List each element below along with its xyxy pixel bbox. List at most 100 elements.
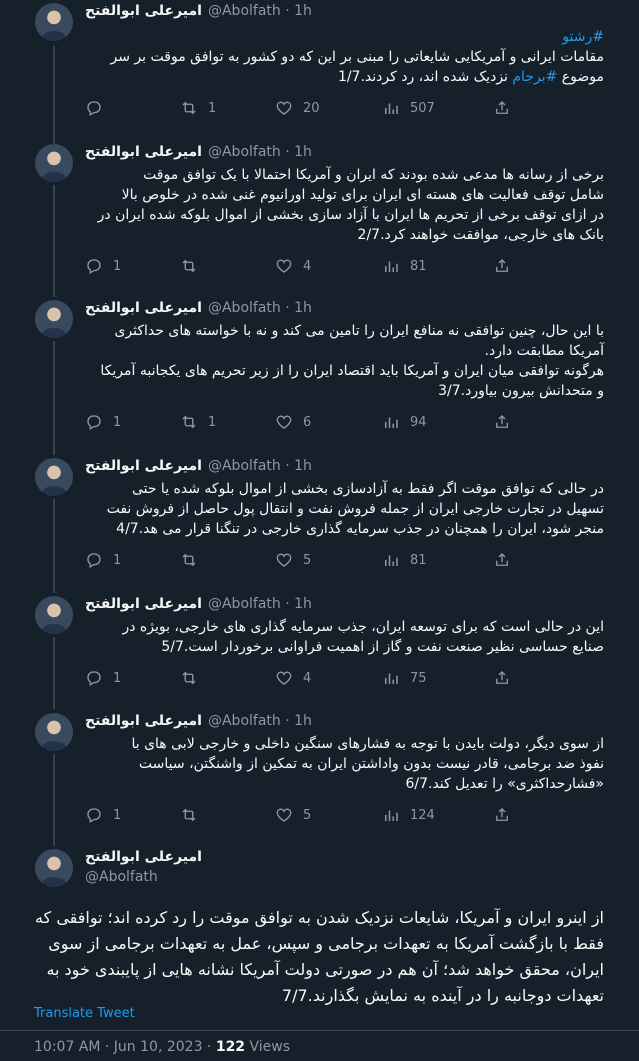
heart-icon — [276, 808, 292, 822]
views-count: 122 — [215, 1039, 246, 1055]
tweet-meta: 10:07 AM · Jun 10, 2023 · 122 Views — [34, 1039, 290, 1055]
author-handle[interactable]: @Abolfath — [85, 869, 158, 885]
views-icon — [385, 810, 398, 821]
reply-button[interactable]: 1 — [85, 806, 121, 824]
share-button[interactable] — [493, 806, 511, 824]
hashtag-link[interactable]: #برجام — [512, 69, 557, 85]
like-button[interactable]: 5 — [275, 551, 311, 569]
reply-button[interactable]: 1 — [85, 413, 121, 431]
views-icon — [385, 103, 398, 114]
retweet-count: 1 — [208, 414, 217, 430]
views-button[interactable]: 81 — [382, 257, 427, 275]
views-icon — [385, 261, 398, 272]
reply-button[interactable]: 1 — [85, 257, 121, 275]
hashtag-link[interactable]: #رشتو — [562, 29, 604, 45]
reply-icon — [87, 101, 101, 116]
tweet-text: این در حالی است که برای توسعه ایران، جذب… — [122, 619, 604, 655]
avatar[interactable] — [35, 849, 73, 887]
separator-dot: · — [285, 458, 290, 474]
retweet-button[interactable] — [180, 806, 208, 824]
tweet-time[interactable]: 1h — [294, 3, 312, 19]
author-name[interactable]: امیرعلی ابوالفتح — [85, 849, 202, 865]
views-button[interactable]: 94 — [382, 413, 427, 431]
share-icon — [496, 553, 508, 566]
reply-button[interactable] — [85, 99, 113, 117]
author-name[interactable]: امیرعلی ابوالفتح — [85, 3, 202, 19]
share-button[interactable] — [493, 99, 511, 117]
tweet-text: از سوی دیگر، دولت بایدن با توجه به فشاره… — [131, 736, 604, 792]
tweet-time[interactable]: 1h — [294, 144, 312, 160]
tweet-timestamp[interactable]: 10:07 AM · Jun 10, 2023 · — [34, 1039, 216, 1055]
retweet-button[interactable] — [180, 669, 208, 687]
like-button[interactable]: 4 — [275, 669, 311, 687]
retweet-button[interactable] — [180, 551, 208, 569]
separator-dot: · — [285, 596, 290, 612]
reply-icon — [87, 671, 101, 686]
author-name[interactable]: امیرعلی ابوالفتح — [85, 713, 202, 729]
views-button[interactable]: 81 — [382, 551, 427, 569]
tweet-text: مقامات ایرانی و آمریکایی شایعاتی را مبنی… — [110, 49, 604, 85]
separator-dot: · — [285, 713, 290, 729]
like-button[interactable]: 4 — [275, 257, 311, 275]
retweet-count: 1 — [208, 100, 217, 116]
translate-tweet-link[interactable]: Translate Tweet — [34, 1006, 135, 1021]
views-icon — [385, 555, 398, 566]
like-count: 5 — [303, 807, 312, 823]
author-handle[interactable]: @Abolfath — [208, 300, 281, 316]
tweet-time[interactable]: 1h — [294, 596, 312, 612]
retweet-button[interactable]: 1 — [180, 99, 216, 117]
retweet-icon — [182, 259, 196, 273]
like-count: 20 — [303, 100, 320, 116]
share-button[interactable] — [493, 551, 511, 569]
author-handle[interactable]: @Abolfath — [208, 713, 281, 729]
like-button[interactable]: 6 — [275, 413, 311, 431]
tweet-text: در حالی که توافق موقت اگر فقط به آزادساز… — [106, 481, 604, 537]
share-icon — [496, 259, 508, 272]
share-icon — [496, 101, 508, 114]
tweet-text: با این حال، چنین توافقی نه منافع ایران ر… — [100, 323, 604, 399]
share-icon — [496, 808, 508, 821]
heart-icon — [276, 671, 292, 685]
reply-count: 1 — [113, 807, 122, 823]
retweet-icon — [182, 671, 196, 685]
retweet-button[interactable] — [180, 257, 208, 275]
author-handle[interactable]: @Abolfath — [208, 596, 281, 612]
share-button[interactable] — [493, 257, 511, 275]
tweet-time[interactable]: 1h — [294, 458, 312, 474]
heart-icon — [276, 101, 292, 115]
author-name[interactable]: امیرعلی ابوالفتح — [85, 458, 202, 474]
like-button[interactable]: 5 — [275, 806, 311, 824]
reply-button[interactable]: 1 — [85, 551, 121, 569]
heart-icon — [276, 553, 292, 567]
main-tweet-text: از اینرو ایران و آمریکا، شایعات نزدیک شد… — [35, 908, 604, 1005]
tweet-time[interactable]: 1h — [294, 300, 312, 316]
author-handle[interactable]: @Abolfath — [208, 144, 281, 160]
view-count: 124 — [410, 807, 435, 823]
tweet-time[interactable]: 1h — [294, 713, 312, 729]
share-button[interactable] — [493, 413, 511, 431]
separator-dot: · — [285, 144, 290, 160]
reply-count: 1 — [113, 414, 122, 430]
reply-count: 1 — [113, 258, 122, 274]
like-button[interactable]: 20 — [275, 99, 320, 117]
like-count: 5 — [303, 552, 312, 568]
author-name[interactable]: امیرعلی ابوالفتح — [85, 300, 202, 316]
views-button[interactable]: 507 — [382, 99, 435, 117]
reply-icon — [87, 553, 101, 568]
like-count: 6 — [303, 414, 312, 430]
author-name[interactable]: امیرعلی ابوالفتح — [85, 144, 202, 160]
reply-count: 1 — [113, 552, 122, 568]
author-handle[interactable]: @Abolfath — [208, 458, 281, 474]
reply-button[interactable]: 1 — [85, 669, 121, 687]
view-count: 507 — [410, 100, 435, 116]
views-button[interactable]: 75 — [382, 669, 427, 687]
share-icon — [496, 671, 508, 684]
author-name[interactable]: امیرعلی ابوالفتح — [85, 596, 202, 612]
view-count: 75 — [410, 670, 427, 686]
retweet-button[interactable]: 1 — [180, 413, 216, 431]
separator-dot: · — [285, 300, 290, 316]
share-button[interactable] — [493, 669, 511, 687]
retweet-icon — [182, 415, 196, 429]
views-button[interactable]: 124 — [382, 806, 435, 824]
author-handle[interactable]: @Abolfath — [208, 3, 281, 19]
